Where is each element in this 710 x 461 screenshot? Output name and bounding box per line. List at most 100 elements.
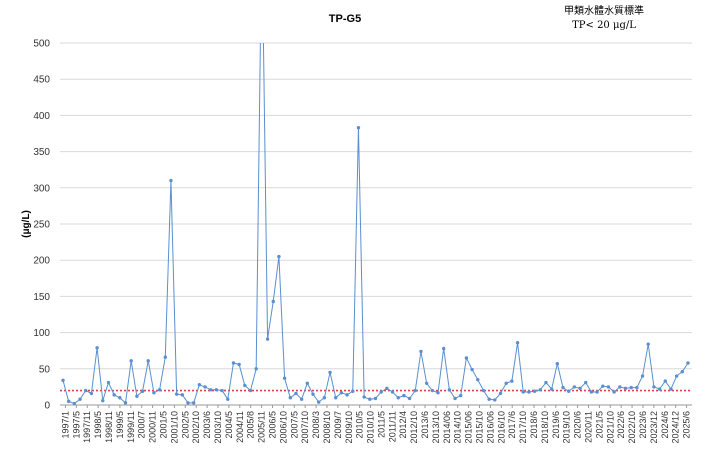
x-tick-label: 2010/5 xyxy=(355,411,365,439)
data-point xyxy=(555,362,560,366)
x-tick-label: 2013/10 xyxy=(431,411,441,444)
x-tick-label: 2020/6 xyxy=(573,411,583,439)
x-tick-label: 2013/6 xyxy=(420,411,430,439)
data-point xyxy=(368,397,372,401)
data-point xyxy=(521,390,525,394)
data-point xyxy=(186,401,190,405)
data-point xyxy=(140,389,145,393)
data-point xyxy=(612,390,616,394)
data-point xyxy=(220,388,224,393)
data-point xyxy=(339,390,344,395)
x-tick-label: 2015/06 xyxy=(464,411,474,444)
x-tick-label: 2018/10 xyxy=(540,411,550,444)
data-point xyxy=(424,381,429,385)
standard-label-line2: TP< 20 μg/L xyxy=(572,20,636,31)
x-tick-label: 2016/10 xyxy=(496,411,506,444)
data-point xyxy=(413,388,417,393)
data-point xyxy=(282,376,287,380)
data-point xyxy=(549,387,554,391)
x-tick-label: 2000/7 xyxy=(137,411,147,439)
data-point xyxy=(476,377,480,382)
data-point xyxy=(237,362,241,367)
plot-area xyxy=(60,43,692,405)
y-tick-label: 450 xyxy=(33,75,50,86)
chart-svg: TP-G5 甲類水體水質標準 TP< 20 μg/L (μg/L) 0 50 100… xyxy=(21,4,692,444)
x-tick-label: 2019/6 xyxy=(551,411,561,439)
y-tick-label: 100 xyxy=(33,328,50,339)
data-point xyxy=(254,367,258,371)
data-point xyxy=(407,396,412,401)
x-tick-label: 1997/1 xyxy=(60,411,70,439)
data-point xyxy=(231,361,236,365)
data-point xyxy=(686,361,690,365)
data-point xyxy=(646,342,650,346)
data-point xyxy=(470,367,474,372)
chart-title: TP-G5 xyxy=(329,13,361,25)
data-point xyxy=(299,397,304,401)
data-point xyxy=(78,397,82,401)
data-point xyxy=(595,390,599,394)
x-tick-label: 2005/11 xyxy=(257,411,267,443)
data-point xyxy=(430,388,435,393)
data-point xyxy=(618,385,622,389)
data-point xyxy=(532,389,537,393)
data-point xyxy=(396,396,400,400)
x-tick-label: 2018/6 xyxy=(529,411,539,439)
x-tick-label: 2004/11 xyxy=(235,411,245,443)
x-tick-label: 2004/5 xyxy=(224,411,234,439)
data-point xyxy=(101,398,105,403)
data-point xyxy=(652,385,656,389)
series-line xyxy=(62,43,689,405)
data-point xyxy=(152,390,156,395)
data-point xyxy=(589,390,594,394)
x-tick-label: 2008/3 xyxy=(311,411,321,439)
data-point xyxy=(305,381,310,385)
x-tick-label: 2014/10 xyxy=(453,411,463,444)
x-tick-label: 1999/5 xyxy=(115,411,125,439)
y-tick-label: 300 xyxy=(33,183,50,194)
x-tick-label: 2024/6 xyxy=(660,411,670,439)
data-point xyxy=(436,390,440,395)
data-point xyxy=(640,374,645,378)
data-point xyxy=(527,390,531,394)
x-tick-label: 2017/10 xyxy=(518,411,528,444)
data-point xyxy=(390,390,395,394)
x-tick-label: 1998/5 xyxy=(93,411,103,439)
data-point xyxy=(601,384,605,388)
x-tick-layer: 1997/1 1997/5 1997/11 1998/5 1998/11 1999/5 19… xyxy=(60,405,692,444)
data-point xyxy=(89,391,94,396)
data-point xyxy=(243,383,247,388)
data-point xyxy=(544,380,548,385)
data-point xyxy=(635,385,639,390)
y-axis-label: (μg/L) xyxy=(21,210,32,238)
data-point xyxy=(112,393,116,397)
data-point xyxy=(180,393,185,397)
data-point xyxy=(214,388,219,392)
x-tick-label: 2012/10 xyxy=(409,411,419,444)
x-tick-label: 2003/6 xyxy=(202,411,212,439)
data-point xyxy=(447,388,452,392)
data-point xyxy=(629,385,633,390)
y-tick-label: 400 xyxy=(33,111,50,122)
x-tick-label: 2000/11 xyxy=(148,411,158,443)
data-point xyxy=(129,359,133,363)
x-tick-label: 2011/5 xyxy=(376,411,386,438)
x-tick-label: 2022/10 xyxy=(627,411,637,444)
x-tick-label: 2023/12 xyxy=(649,411,659,444)
data-point xyxy=(157,388,162,392)
data-point xyxy=(487,397,491,401)
data-point xyxy=(311,392,315,396)
x-tick-label: 1997/11 xyxy=(82,411,92,443)
data-point xyxy=(373,396,378,401)
y-tick-label: 250 xyxy=(33,220,50,231)
y-tick-label: 350 xyxy=(33,147,50,158)
y-tick-label: 150 xyxy=(33,292,50,303)
data-point xyxy=(95,346,99,350)
data-point xyxy=(464,356,469,360)
data-point xyxy=(191,401,196,405)
data-point xyxy=(680,369,685,374)
data-point xyxy=(351,389,355,393)
x-tick-label: 2012/4 xyxy=(398,411,408,439)
x-tick-label: 2007/10 xyxy=(300,411,310,444)
x-tick-label: 2003/10 xyxy=(213,411,223,444)
